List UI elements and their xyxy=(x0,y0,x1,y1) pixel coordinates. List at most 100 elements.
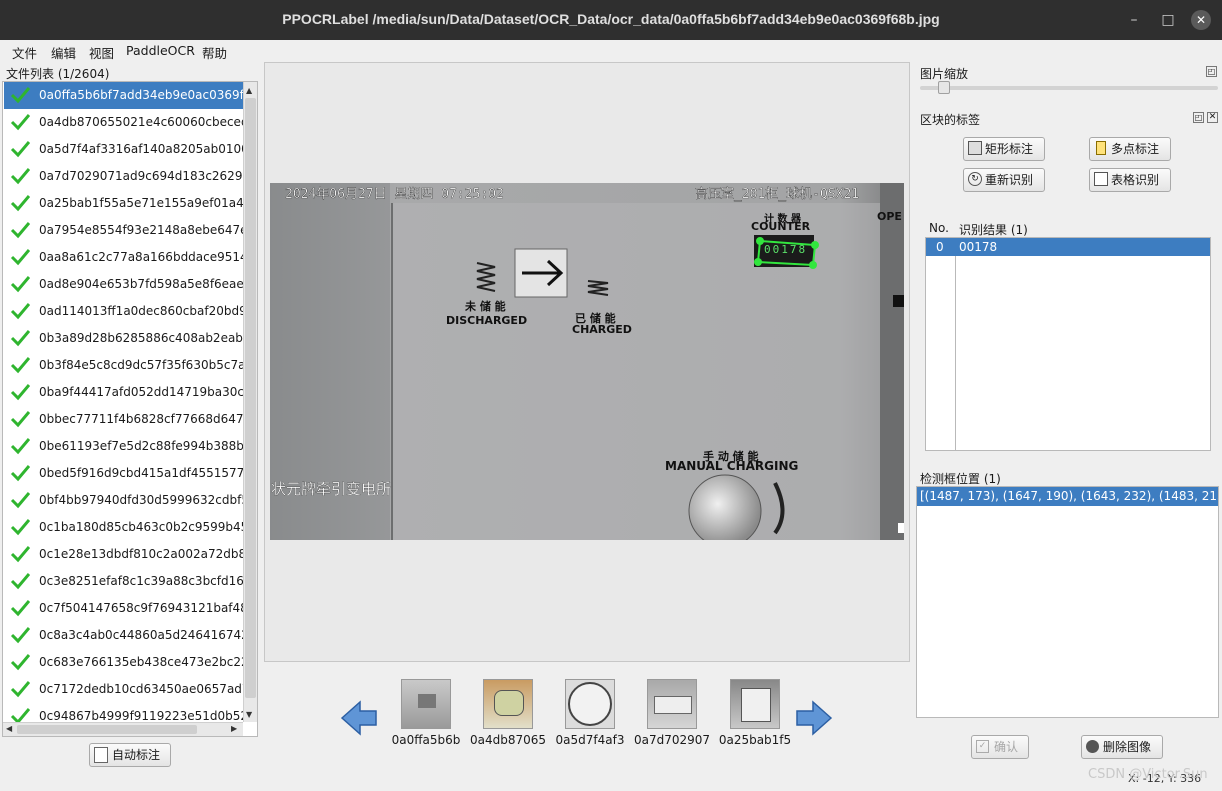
file-list-vertical-scrollbar[interactable]: ▲ ▼ xyxy=(243,82,257,722)
zoom-slider-handle[interactable] xyxy=(937,81,950,94)
file-list-item[interactable]: 0a4db870655021e4c60060cbecedfab xyxy=(4,109,245,136)
checkmark-icon[interactable] xyxy=(10,491,31,509)
reocr-button[interactable]: ↻ 重新识别 xyxy=(963,168,1045,192)
checkmark-icon[interactable] xyxy=(10,356,31,374)
scrollbar-thumb[interactable] xyxy=(245,98,256,698)
checkmark-icon[interactable] xyxy=(10,545,31,563)
checkmark-icon[interactable] xyxy=(10,275,31,293)
poly-label-button[interactable]: 多点标注 xyxy=(1089,137,1171,161)
checkmark-icon[interactable] xyxy=(10,194,31,212)
file-list-item[interactable]: 0a0ffa5b6bf7add34eb9e0ac0369f68b xyxy=(4,82,245,109)
scroll-right-arrow-icon[interactable]: ▶ xyxy=(231,724,237,733)
zoom-slider-track[interactable] xyxy=(920,86,1218,90)
file-list-item[interactable]: 0a7954e8554f93e2148a8ebe647e72f9 xyxy=(4,217,245,244)
confirm-text: 确认 xyxy=(994,740,1019,754)
checkmark-icon[interactable] xyxy=(10,626,31,644)
checkmark-icon[interactable] xyxy=(10,383,31,401)
file-list-item[interactable]: 0a5d7f4af3316af140a8205ab0100901 xyxy=(4,136,245,163)
file-list[interactable]: 0a0ffa5b6bf7add34eb9e0ac0369f68b 0a4db870… xyxy=(2,81,258,737)
file-list-item[interactable]: 0ad114013ff1a0dec860cbaf20bd90ac xyxy=(4,298,245,325)
delete-image-button[interactable]: 删除图像 xyxy=(1081,735,1163,759)
thumbnail-3[interactable] xyxy=(647,679,697,729)
maximize-button[interactable]: □ xyxy=(1158,10,1178,30)
checkmark-icon[interactable] xyxy=(10,329,31,347)
h-scrollbar-thumb[interactable] xyxy=(17,725,197,734)
confirm-button[interactable]: ✓ 确认 xyxy=(971,735,1029,759)
scroll-down-arrow-icon[interactable]: ▼ xyxy=(246,710,252,719)
float-panel-icon[interactable]: ◰ xyxy=(1193,112,1204,123)
checkmark-icon[interactable] xyxy=(10,410,31,428)
row-text[interactable]: 00178 xyxy=(959,240,997,254)
file-list-item[interactable]: 0ad8e904e653b7fd598a5e8f6eae9b27 xyxy=(4,271,245,298)
checkmark-icon[interactable] xyxy=(10,437,31,455)
col-no-header: No. xyxy=(929,221,949,235)
rect-label-text: 矩形标注 xyxy=(985,142,1034,156)
checkmark-icon[interactable] xyxy=(10,653,31,671)
file-list-item[interactable]: 0c8a3c4ab0c44860a5d2464167429bf xyxy=(4,622,245,649)
file-list-item[interactable]: 0b3a89d28b6285886c408ab2eab48b2 xyxy=(4,325,245,352)
file-list-item[interactable]: 0ba9f44417afd052dd14719ba30c3503 xyxy=(4,379,245,406)
checkmark-icon[interactable] xyxy=(10,302,31,320)
menu-view[interactable]: 视图 xyxy=(89,43,114,62)
checkmark-icon[interactable] xyxy=(10,113,31,131)
file-name: 0c7172dedb10cd63450ae0657ad7770 xyxy=(39,682,245,696)
checkmark-icon[interactable] xyxy=(10,464,31,482)
scroll-left-arrow-icon[interactable]: ◀ xyxy=(6,724,12,733)
thumbnail-0[interactable] xyxy=(401,679,451,729)
checkmark-icon[interactable] xyxy=(10,167,31,185)
file-list-item[interactable]: 0a25bab1f55a5e71e155a9ef01a4ed98 xyxy=(4,190,245,217)
close-panel-icon[interactable]: ✕ xyxy=(1207,112,1218,123)
thumbnail-2[interactable] xyxy=(565,679,615,729)
file-list-item[interactable]: 0c7172dedb10cd63450ae0657ad7770 xyxy=(4,676,245,703)
next-image-arrow-icon[interactable] xyxy=(795,700,833,736)
checkmark-icon[interactable] xyxy=(10,221,31,239)
scroll-up-arrow-icon[interactable]: ▲ xyxy=(246,86,252,95)
file-list-item[interactable]: 0bed5f916d9cbd415a1df45515774281 xyxy=(4,460,245,487)
file-list-item[interactable]: 0bf4bb97940dfd30d5999632cdbf5bb xyxy=(4,487,245,514)
file-list-item[interactable]: 0b3f84e5c8cd9dc57f35f630b5c7a9d9 xyxy=(4,352,245,379)
table-ocr-button[interactable]: 表格识别 xyxy=(1089,168,1171,192)
thumbnail-4[interactable] xyxy=(730,679,780,729)
file-list-item[interactable]: 0c7f504147658c9f76943121baf487e0. xyxy=(4,595,245,622)
annotated-image[interactable]: 2024年06月27日 星期四 07:25:02 高压室_201柜_球机-QSX… xyxy=(270,183,904,540)
checkmark-icon[interactable] xyxy=(10,518,31,536)
thumbnail-label: 0a5d7f4af3 xyxy=(555,733,625,747)
file-list-item[interactable]: 0c3e8251efaf8c1c39a88c3bcfd16fab.j xyxy=(4,568,245,595)
file-name: 0a25bab1f55a5e71e155a9ef01a4ed98 xyxy=(39,196,245,210)
checkmark-icon[interactable] xyxy=(10,680,31,698)
menu-file[interactable]: 文件 xyxy=(12,43,37,62)
menu-help[interactable]: 帮助 xyxy=(202,43,227,62)
file-name: 0c1e28e13dbdf810c2a002a72db8994 xyxy=(39,547,245,561)
auto-label-button[interactable]: 自动标注 xyxy=(89,743,171,767)
minimize-button[interactable]: – xyxy=(1124,10,1144,30)
counter-en-label: COUNTER xyxy=(751,220,811,233)
box-position-list[interactable]: [(1487, 173), (1647, 190), (1643, 232), … xyxy=(916,486,1219,718)
recognition-table[interactable]: 0 00178 xyxy=(925,237,1211,451)
checkmark-icon[interactable] xyxy=(10,86,31,104)
file-list-item[interactable]: 0aa8a61c2c77a8a166bddace95144d5 xyxy=(4,244,245,271)
file-list-item[interactable]: 0be61193ef7e5d2c88fe994b388b0ac5 xyxy=(4,433,245,460)
float-panel-icon[interactable]: ◰ xyxy=(1206,66,1217,77)
list-item[interactable]: [(1487, 173), (1647, 190), (1643, 232), … xyxy=(917,487,1218,506)
file-list-item[interactable]: 0bbec77711f4b6828cf77668d64778a3 xyxy=(4,406,245,433)
thumbnail-1[interactable] xyxy=(483,679,533,729)
menu-paddleocr[interactable]: PaddleOCR xyxy=(126,43,195,58)
checkmark-icon[interactable] xyxy=(10,572,31,590)
close-button[interactable]: ✕ xyxy=(1191,10,1211,30)
checkmark-icon[interactable] xyxy=(10,599,31,617)
thumbnail-label: 0a7d702907 xyxy=(633,733,711,747)
file-name: 0b3f84e5c8cd9dc57f35f630b5c7a9d9 xyxy=(39,358,245,372)
checkmark-icon[interactable] xyxy=(10,140,31,158)
rect-label-button[interactable]: 矩形标注 xyxy=(963,137,1045,161)
file-list-horizontal-scrollbar[interactable]: ◀ ▶ xyxy=(3,722,243,736)
file-list-item[interactable]: 0c1ba180d85cb463c0b2c9599b453e4 xyxy=(4,514,245,541)
file-name: 0ad8e904e653b7fd598a5e8f6eae9b27 xyxy=(39,277,245,291)
checkmark-icon[interactable] xyxy=(10,248,31,266)
table-icon xyxy=(1094,172,1108,186)
file-list-item[interactable]: 0c1e28e13dbdf810c2a002a72db8994 xyxy=(4,541,245,568)
file-list-item[interactable]: 0a7d7029071ad9c694d183c26293ff56 xyxy=(4,163,245,190)
table-row[interactable]: 0 00178 xyxy=(926,238,1210,256)
prev-image-arrow-icon[interactable] xyxy=(340,700,378,736)
menu-edit[interactable]: 编辑 xyxy=(51,43,76,62)
file-list-item[interactable]: 0c683e766135eb438ce473e2bc22a77 xyxy=(4,649,245,676)
